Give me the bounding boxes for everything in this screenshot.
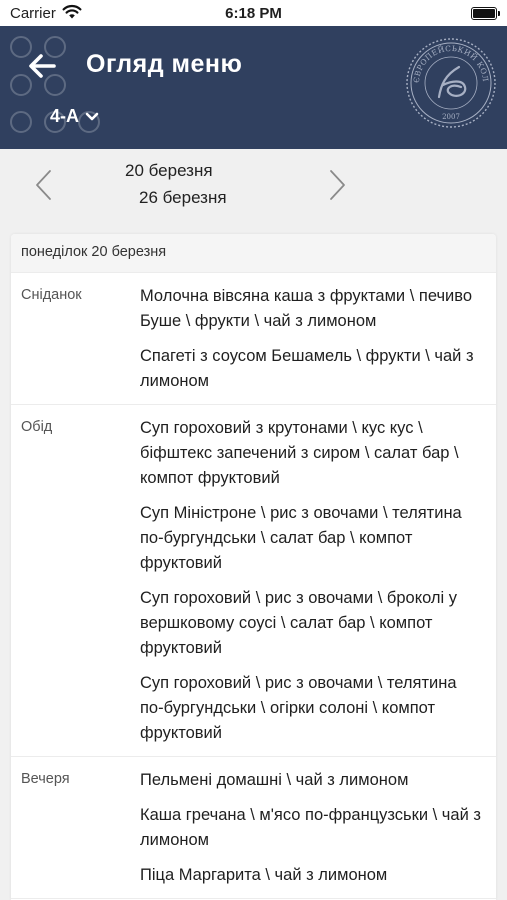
meal-name: Обід xyxy=(21,419,53,435)
menu-option: Каша гречана \ м'ясо по-французськи \ ча… xyxy=(140,806,481,849)
menu-option: Молочна вівсяна каша з фруктами \ печиво… xyxy=(140,287,473,330)
day-title: понеділок 20 березня xyxy=(11,234,496,273)
app-header: Огляд меню 4-А ЄВРОПЕЙСЬКИЙ КОЛЕГІУМ 200… xyxy=(0,26,507,149)
menu-option: Пельмені домашні \ чай з лимоном xyxy=(140,771,409,789)
week-start-date: 20 березня xyxy=(125,161,213,180)
class-selector-label: 4-А xyxy=(50,106,80,126)
chevron-right-icon[interactable] xyxy=(323,167,351,203)
logo-year: 2007 xyxy=(442,113,460,121)
meal-lunch: Обід Суп гороховий з крутонами \ кус кус… xyxy=(11,405,496,757)
chevron-left-icon[interactable] xyxy=(30,167,58,203)
menu-option: Суп гороховий \ рис з овочами \ телятина… xyxy=(140,674,457,742)
meal-dinner: Вечеря Пельмені домашні \ чай з лимоном … xyxy=(11,757,496,899)
menu-option: Спагеті з соусом Бешамель \ фрукти \ чай… xyxy=(140,347,474,390)
menu-option: Суп гороховий з крутонами \ кус кус \ бі… xyxy=(140,419,459,487)
meal-breakfast: Сніданок Молочна вівсяна каша з фруктами… xyxy=(11,273,496,405)
arrow-left-icon[interactable] xyxy=(24,48,60,84)
week-end-date: 26 березня xyxy=(139,188,227,207)
menu-option: Суп Міністроне \ рис з овочами \ телятин… xyxy=(140,504,462,572)
college-logo: ЄВРОПЕЙСЬКИЙ КОЛЕГІУМ 2007 xyxy=(405,37,496,128)
meal-name: Сніданок xyxy=(21,287,82,303)
chevron-down-icon xyxy=(85,112,99,120)
meal-name: Вечеря xyxy=(21,771,70,787)
status-bar: Carrier 6:18 PM xyxy=(0,0,507,26)
battery-icon xyxy=(471,7,500,20)
status-time: 6:18 PM xyxy=(225,5,282,22)
menu-option: Суп гороховий \ рис з овочами \ броколі … xyxy=(140,589,458,657)
class-selector[interactable]: 4-А xyxy=(50,106,99,127)
decor-dot xyxy=(10,111,32,133)
week-navigator: 20 березня 26 березня xyxy=(0,149,507,222)
menu-option: Піца Маргарита \ чай з лимоном xyxy=(140,866,388,884)
day-menu-card: понеділок 20 березня Сніданок Молочна ві… xyxy=(11,234,496,900)
page-title: Огляд меню xyxy=(86,50,243,78)
